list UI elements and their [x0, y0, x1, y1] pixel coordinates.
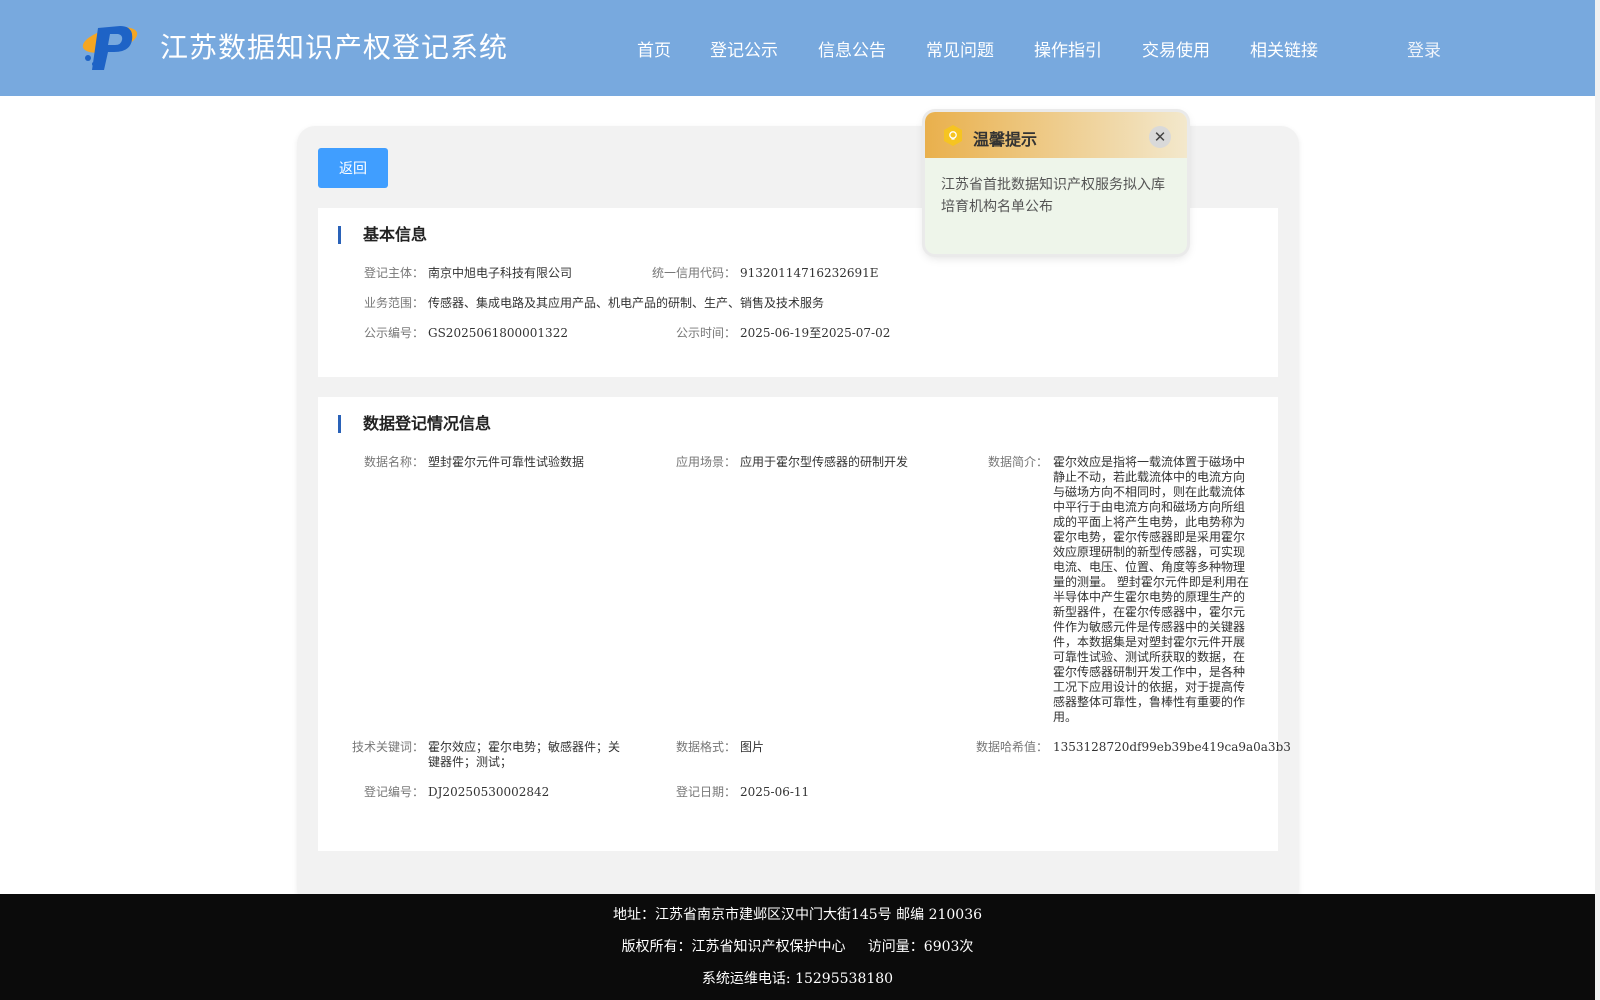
field-label: 公示时间： — [675, 326, 736, 340]
field-label: 统一信用代码： — [651, 266, 736, 280]
lightbulb-icon — [944, 125, 962, 146]
nav-item-guide[interactable]: 操作指引 — [1034, 36, 1102, 61]
section-title-basic: 基本信息 — [338, 226, 427, 244]
nav-item-home[interactable]: 首页 — [637, 36, 671, 61]
field-value: DJ20250530002842 — [428, 785, 550, 799]
field-value: 传感器、集成电路及其应用产品、机电产品的研制、生产、销售及技术服务 — [428, 296, 825, 310]
field-value: 1353128720df99eb39be419ca9a0a3b3 — [1053, 740, 1291, 754]
site-footer: 地址：江苏省南京市建邺区汉中门大街145号 邮编 210036 版权所有：江苏省… — [0, 894, 1595, 1000]
field-label: 数据格式： — [675, 740, 736, 754]
field-value: 应用于霍尔型传感器的研制开发 — [740, 455, 909, 469]
field-value: 南京中旭电子科技有限公司 — [428, 266, 573, 280]
section-title-data: 数据登记情况信息 — [338, 415, 491, 433]
footer-address: 地址：江苏省南京市建邺区汉中门大街145号 邮编 210036 — [612, 907, 983, 923]
footer-copyright: 版权所有：江苏省知识产权保护中心 访问量：6903次 — [621, 939, 974, 955]
login-link[interactable]: 登录 — [1407, 36, 1441, 61]
ip-logo-icon[interactable] — [80, 18, 140, 72]
popup-title: 温馨提示 — [973, 130, 1038, 149]
footer-support-phone: 系统运维电话: 15295538180 — [701, 971, 894, 987]
field-label: 公示编号： — [363, 326, 424, 340]
field-label: 业务范围： — [363, 296, 424, 310]
field-label: 数据名称： — [363, 455, 424, 469]
close-icon[interactable]: ✕ — [1149, 126, 1171, 148]
nav-item-registration-publicity[interactable]: 登记公示 — [710, 36, 778, 61]
popup-message[interactable]: 江苏省首批数据知识产权服务拟入库培育机构名单公布 — [925, 158, 1187, 234]
field-value: 塑封霍尔元件可靠性试验数据 — [428, 455, 585, 469]
site-title: 江苏数据知识产权登记系统 — [160, 31, 509, 64]
field-value: 2025-06-19至2025-07-02 — [740, 326, 891, 340]
field-value: 霍尔效应是指将一载流体置于磁场中静止不动，若此载流体中的电流方向与磁场方向不相同… — [1053, 455, 1249, 724]
data-registration-card: 数据登记情况信息 数据名称： 塑封霍尔元件可靠性试验数据 应用场景： 应用于霍尔… — [318, 397, 1291, 851]
back-button[interactable]: 返回 — [318, 148, 388, 188]
field-label: 技术关键词： — [351, 740, 424, 754]
field-label: 登记日期： — [675, 785, 736, 799]
nav-item-links[interactable]: 相关链接 — [1250, 36, 1318, 61]
nav-item-trade[interactable]: 交易使用 — [1142, 36, 1210, 61]
field-label: 应用场景： — [675, 455, 736, 469]
field-value: 霍尔效应；霍尔电势；敏感器件；关键器件；测试； — [428, 740, 621, 769]
page-scrollbar[interactable] — [1595, 0, 1600, 1000]
field-label: 数据简介： — [987, 455, 1048, 469]
top-header: 江苏数据知识产权登记系统 首页 登记公示 信息公告 常见问题 操作指引 交易使用… — [0, 0, 1595, 96]
nav-item-faq[interactable]: 常见问题 — [926, 36, 994, 61]
field-value: 2025-06-11 — [740, 785, 810, 799]
field-label: 登记主体： — [363, 266, 424, 280]
field-value: 91320114716232691E — [740, 266, 879, 280]
nav-item-announcements[interactable]: 信息公告 — [818, 36, 886, 61]
field-label: 数据哈希值： — [975, 740, 1048, 754]
field-value: 图片 — [740, 740, 765, 754]
notice-popup: 温馨提示 ✕ 江苏省首批数据知识产权服务拟入库培育机构名单公布 — [925, 112, 1187, 254]
field-value: GS2025061800001322 — [428, 326, 568, 340]
field-label: 登记编号： — [363, 785, 424, 799]
popup-header: 温馨提示 ✕ — [925, 112, 1187, 158]
